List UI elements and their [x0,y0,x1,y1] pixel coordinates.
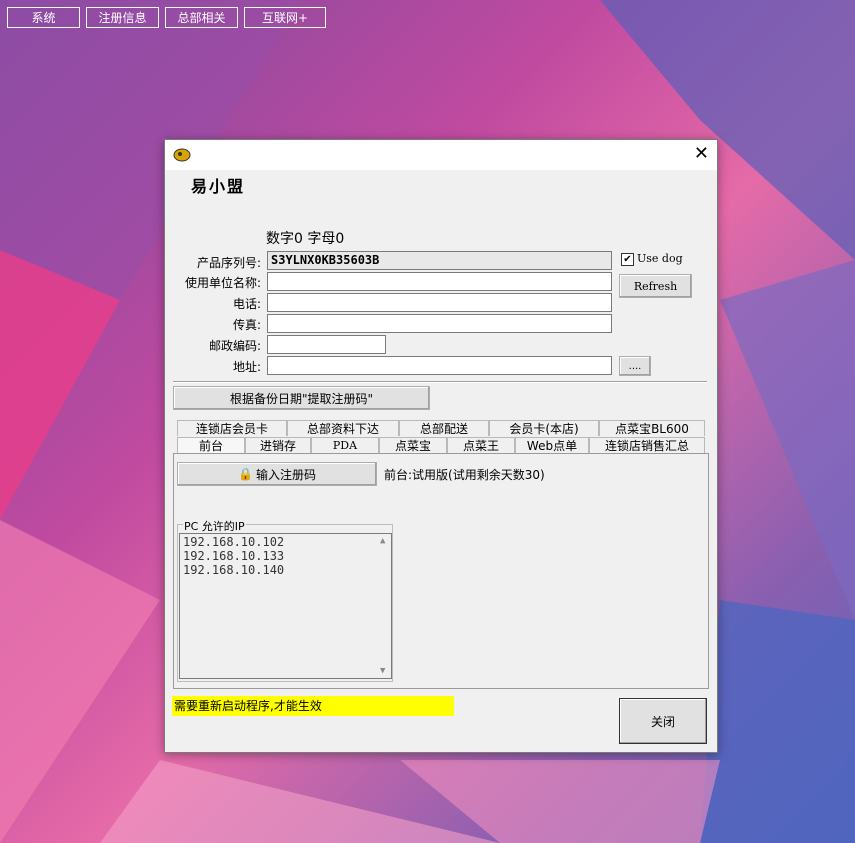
tab-diancaibao-bl600[interactable]: 点菜宝BL600 [599,420,705,436]
menu-headquarters-button[interactable]: 总部相关 [165,7,238,28]
list-item[interactable]: 192.168.10.133 [183,549,388,563]
use-dog-checkbox[interactable]: ✔ [621,253,634,266]
tabs-row-1: 连锁店会员卡 总部资料下达 总部配送 会员卡(本店) 点菜宝BL600 [177,420,705,436]
divider [173,381,707,383]
ip-group-label: PC 允许的IP [183,518,246,534]
serial-field[interactable]: S3YLNX0KB35603B [267,251,612,270]
tab-chain-member-card[interactable]: 连锁店会员卡 [177,420,287,436]
tab-pda[interactable]: PDA [311,437,379,453]
scroll-down-icon[interactable]: ▼ [380,666,385,676]
tab-hq-data-dispatch[interactable]: 总部资料下达 [287,420,399,436]
serial-label: 产品序列号: [196,256,261,270]
phone-label: 电话: [232,297,261,311]
tab-hq-delivery[interactable]: 总部配送 [399,420,489,436]
restart-warning: 需要重新启动程序,才能生效 [172,696,454,716]
tab-diancaiwang[interactable]: 点菜王 [447,437,515,453]
tab-diancaibao[interactable]: 点菜宝 [379,437,447,453]
tab-front-desk[interactable]: 前台 [177,437,245,453]
tab-inventory[interactable]: 进销存 [245,437,311,453]
fax-label: 传真: [232,318,261,332]
tab-web-order[interactable]: Web点单 [515,437,589,453]
scroll-up-icon[interactable]: ▲ [380,536,385,546]
use-dog-label: Use dog [637,252,683,265]
enter-code-label: 输入注册码 [255,467,316,482]
tab-member-card-local[interactable]: 会员卡(本店) [489,420,599,436]
ip-list-scrollbar[interactable]: ▲ ▼ [377,534,391,678]
license-status: 前台:试用版(试用剩余天数30) [384,468,545,482]
address-label: 地址: [232,360,261,374]
list-item[interactable]: 192.168.10.102 [183,535,388,549]
address-field[interactable] [267,356,612,375]
tab-chain-sales-summary[interactable]: 连锁店销售汇总 [589,437,705,453]
ip-list[interactable]: 192.168.10.102 192.168.10.133 192.168.10… [179,533,392,679]
list-item[interactable]: 192.168.10.140 [183,563,388,577]
char-counts: 数字0 字母0 [266,231,345,247]
extract-code-button[interactable]: 根据备份日期"提取注册码" [173,386,430,410]
close-icon[interactable]: ✕ [694,145,709,163]
tabs-row-2: 前台 进销存 PDA 点菜宝 点菜王 Web点单 连锁店销售汇总 [177,437,705,453]
zip-label: 邮政编码: [208,339,261,353]
menu-registration-button[interactable]: 注册信息 [86,7,159,28]
unit-name-label: 使用单位名称: [184,276,261,290]
menu-system-button[interactable]: 系统 [7,7,80,28]
lock-icon: 🔒 [238,467,253,481]
browse-button[interactable]: .... [619,356,651,376]
dialog-titlebar: ✕ [165,140,717,170]
app-title: 易小盟 [191,177,246,196]
menu-internet-plus-button[interactable]: 互联网+ [244,7,326,28]
phone-field[interactable] [267,293,612,312]
enter-code-button[interactable]: 🔒 输入注册码 [177,462,377,486]
refresh-button[interactable]: Refresh [619,274,692,298]
registration-dialog: ✕ 易小盟 数字0 字母0 产品序列号: S3YLNX0KB35603B ✔ U… [164,139,718,753]
app-icon [173,148,191,162]
fax-field[interactable] [267,314,612,333]
unit-name-field[interactable] [267,272,612,291]
zip-field[interactable] [267,335,386,354]
close-button[interactable]: 关闭 [619,698,707,744]
